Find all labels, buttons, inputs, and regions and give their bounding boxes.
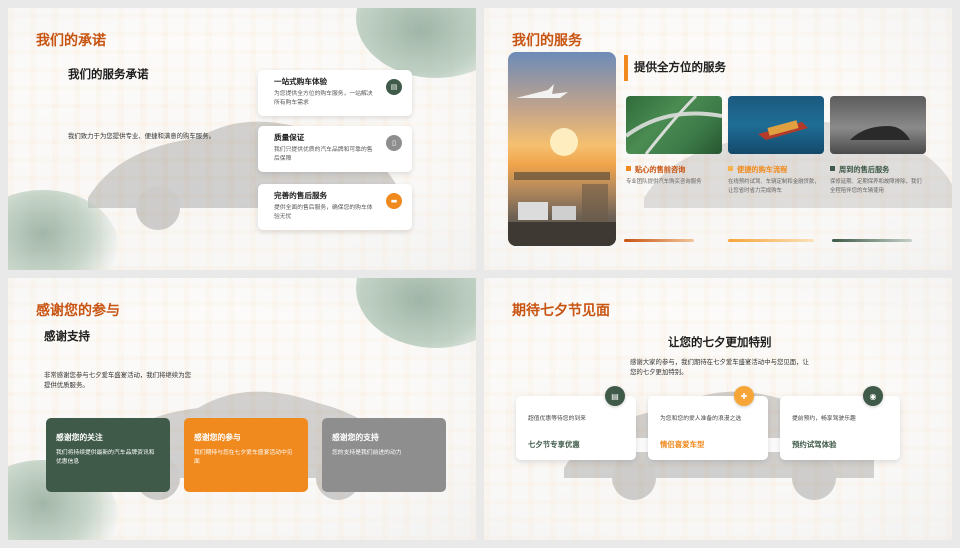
plus-icon: ✚ bbox=[734, 386, 754, 406]
decor-blob bbox=[356, 8, 476, 78]
bullet-icon bbox=[830, 166, 835, 171]
qixi-card[interactable]: 超值优惠等待您的到来 七夕节专享优惠 bbox=[516, 396, 636, 460]
feature-title-text: 周到的售后服务 bbox=[839, 165, 890, 174]
slide-thanks[interactable]: 感谢您的参与 感谢支持 非常感谢您参与七夕爱车盛宴活动，我们将继续为您提供优质服… bbox=[8, 278, 476, 540]
box-desc: 我们将持续提供最新的汽车品牌资讯和优惠信息 bbox=[56, 450, 155, 466]
thanks-box[interactable]: 感谢您的关注 我们将持续提供最新的汽车品牌资讯和优惠信息 bbox=[46, 418, 170, 492]
card-title: 完善的售后服务 bbox=[274, 191, 328, 200]
qixi-card[interactable]: 为您和您的爱人准备的浪漫之选 情侣喜爱车型 bbox=[648, 396, 768, 460]
port-airplane-photo bbox=[508, 52, 616, 246]
chat-icon: ▬ bbox=[386, 193, 402, 209]
document-icon: ▯ bbox=[386, 135, 402, 151]
box-title: 感谢您的支持 bbox=[332, 433, 379, 442]
card-title: 情侣喜爱车型 bbox=[660, 440, 705, 449]
thanks-box[interactable]: 感谢您的参与 我们期待与您在七夕爱车盛宴活动中见面 bbox=[184, 418, 308, 492]
divider-line bbox=[728, 239, 814, 242]
slide-promise[interactable]: 我们的承诺 我们的服务承诺 我们致力于为您提供专业、便捷和满意的购车服务。 一站… bbox=[8, 8, 476, 270]
bullet-icon bbox=[728, 166, 733, 171]
wallet-icon: ▤ bbox=[605, 386, 625, 406]
feature-title: 贴心的售前咨询 bbox=[626, 165, 685, 175]
decor-blob bbox=[356, 278, 476, 348]
card-desc: 为您提供全方位的购车服务，一站解决所有购车需求 bbox=[274, 91, 373, 106]
slide-body: 非常感谢您参与七夕爱车盛宴活动，我们将继续为您提供优质服务。 bbox=[44, 372, 191, 389]
feature-title: 便捷的购车流程 bbox=[728, 165, 787, 175]
divider-line bbox=[624, 239, 694, 242]
slide-subtitle: 让您的七夕更加特别 bbox=[668, 337, 772, 349]
card-title: 质量保证 bbox=[274, 133, 305, 142]
feature-title-text: 便捷的购车流程 bbox=[737, 165, 788, 174]
card-desc: 提前预约，畅享驾驶乐趣 bbox=[792, 416, 856, 422]
card-desc: 我们只提供优质的汽车品牌和可靠的售后保障 bbox=[274, 147, 373, 162]
steering-icon: ◉ bbox=[863, 386, 883, 406]
showroom-car-photo bbox=[830, 96, 926, 154]
slide-subtitle: 我们的服务承诺 bbox=[68, 69, 149, 81]
slide-title: 期待七夕节见面 bbox=[512, 302, 610, 318]
box-desc: 我们期待与您在七夕爱车盛宴活动中见面 bbox=[194, 450, 293, 466]
card-title: 一站式购车体验 bbox=[274, 77, 328, 86]
slide-subtitle: 感谢支持 bbox=[44, 331, 90, 343]
promise-card[interactable]: 完善的售后服务 提供全面的售后服务，确保您的购车体验无忧 ▬ bbox=[258, 184, 412, 230]
accent-bar bbox=[624, 55, 628, 81]
qixi-card[interactable]: 提前预约，畅享驾驶乐趣 预约试驾体验 bbox=[780, 396, 900, 460]
promise-card[interactable]: 一站式购车体验 为您提供全方位的购车服务，一站解决所有购车需求 ▤ bbox=[258, 70, 412, 116]
box-title: 感谢您的关注 bbox=[56, 433, 103, 442]
card-desc: 超值优惠等待您的到来 bbox=[528, 416, 586, 422]
slide-title: 我们的服务 bbox=[512, 32, 582, 48]
box-title: 感谢您的参与 bbox=[194, 433, 241, 442]
feature-desc: 在线预约试驾、车辆定制和金融贷款，让您省时省力完成购车 bbox=[728, 179, 820, 194]
card-desc: 为您和您的爱人准备的浪漫之选 bbox=[660, 416, 742, 422]
card-desc: 提供全面的售后服务，确保您的购车体验无忧 bbox=[274, 205, 373, 220]
slide-qixi[interactable]: 期待七夕节见面 让您的七夕更加特别 感谢大家的参与，我们期待在七夕爱车盛宴活动中… bbox=[484, 278, 952, 540]
thanks-box[interactable]: 感谢您的支持 您的支持是我们前进的动力 bbox=[322, 418, 446, 492]
card-title: 预约试驾体验 bbox=[792, 440, 837, 449]
highway-photo bbox=[624, 94, 723, 155]
bullet-icon bbox=[626, 166, 631, 171]
feature-desc: 专业团队提供汽车购买咨询服务 bbox=[626, 179, 702, 185]
slide-grid: 我们的承诺 我们的服务承诺 我们致力于为您提供专业、便捷和满意的购车服务。 一站… bbox=[0, 0, 960, 548]
feature-desc: 保修延期、定期保养和故障排除，我们全程陪伴您的车辆使用 bbox=[830, 179, 922, 194]
box-desc: 您的支持是我们前进的动力 bbox=[332, 450, 402, 456]
wallet-icon: ▤ bbox=[386, 79, 402, 95]
feature-title: 周到的售后服务 bbox=[830, 165, 889, 175]
slide-title: 我们的承诺 bbox=[36, 32, 106, 48]
feature-title-text: 贴心的售前咨询 bbox=[635, 165, 686, 174]
cargo-ship-photo bbox=[728, 96, 824, 154]
slide-subtitle: 提供全方位的服务 bbox=[634, 62, 726, 74]
card-title: 七夕节专享优惠 bbox=[528, 440, 580, 449]
slide-services[interactable]: 我们的服务 提供全方位的服务 贴心的售前咨询 便捷的购车流程 周到的售后服务 专… bbox=[484, 8, 952, 270]
slide-body: 我们致力于为您提供专业、便捷和满意的购车服务。 bbox=[68, 133, 215, 140]
divider-line bbox=[832, 239, 912, 242]
slide-body: 感谢大家的参与，我们期待在七夕爱车盛宴活动中与您见面，让您的七夕更加特别。 bbox=[630, 359, 809, 376]
slide-title: 感谢您的参与 bbox=[36, 302, 120, 318]
promise-card[interactable]: 质量保证 我们只提供优质的汽车品牌和可靠的售后保障 ▯ bbox=[258, 126, 412, 172]
